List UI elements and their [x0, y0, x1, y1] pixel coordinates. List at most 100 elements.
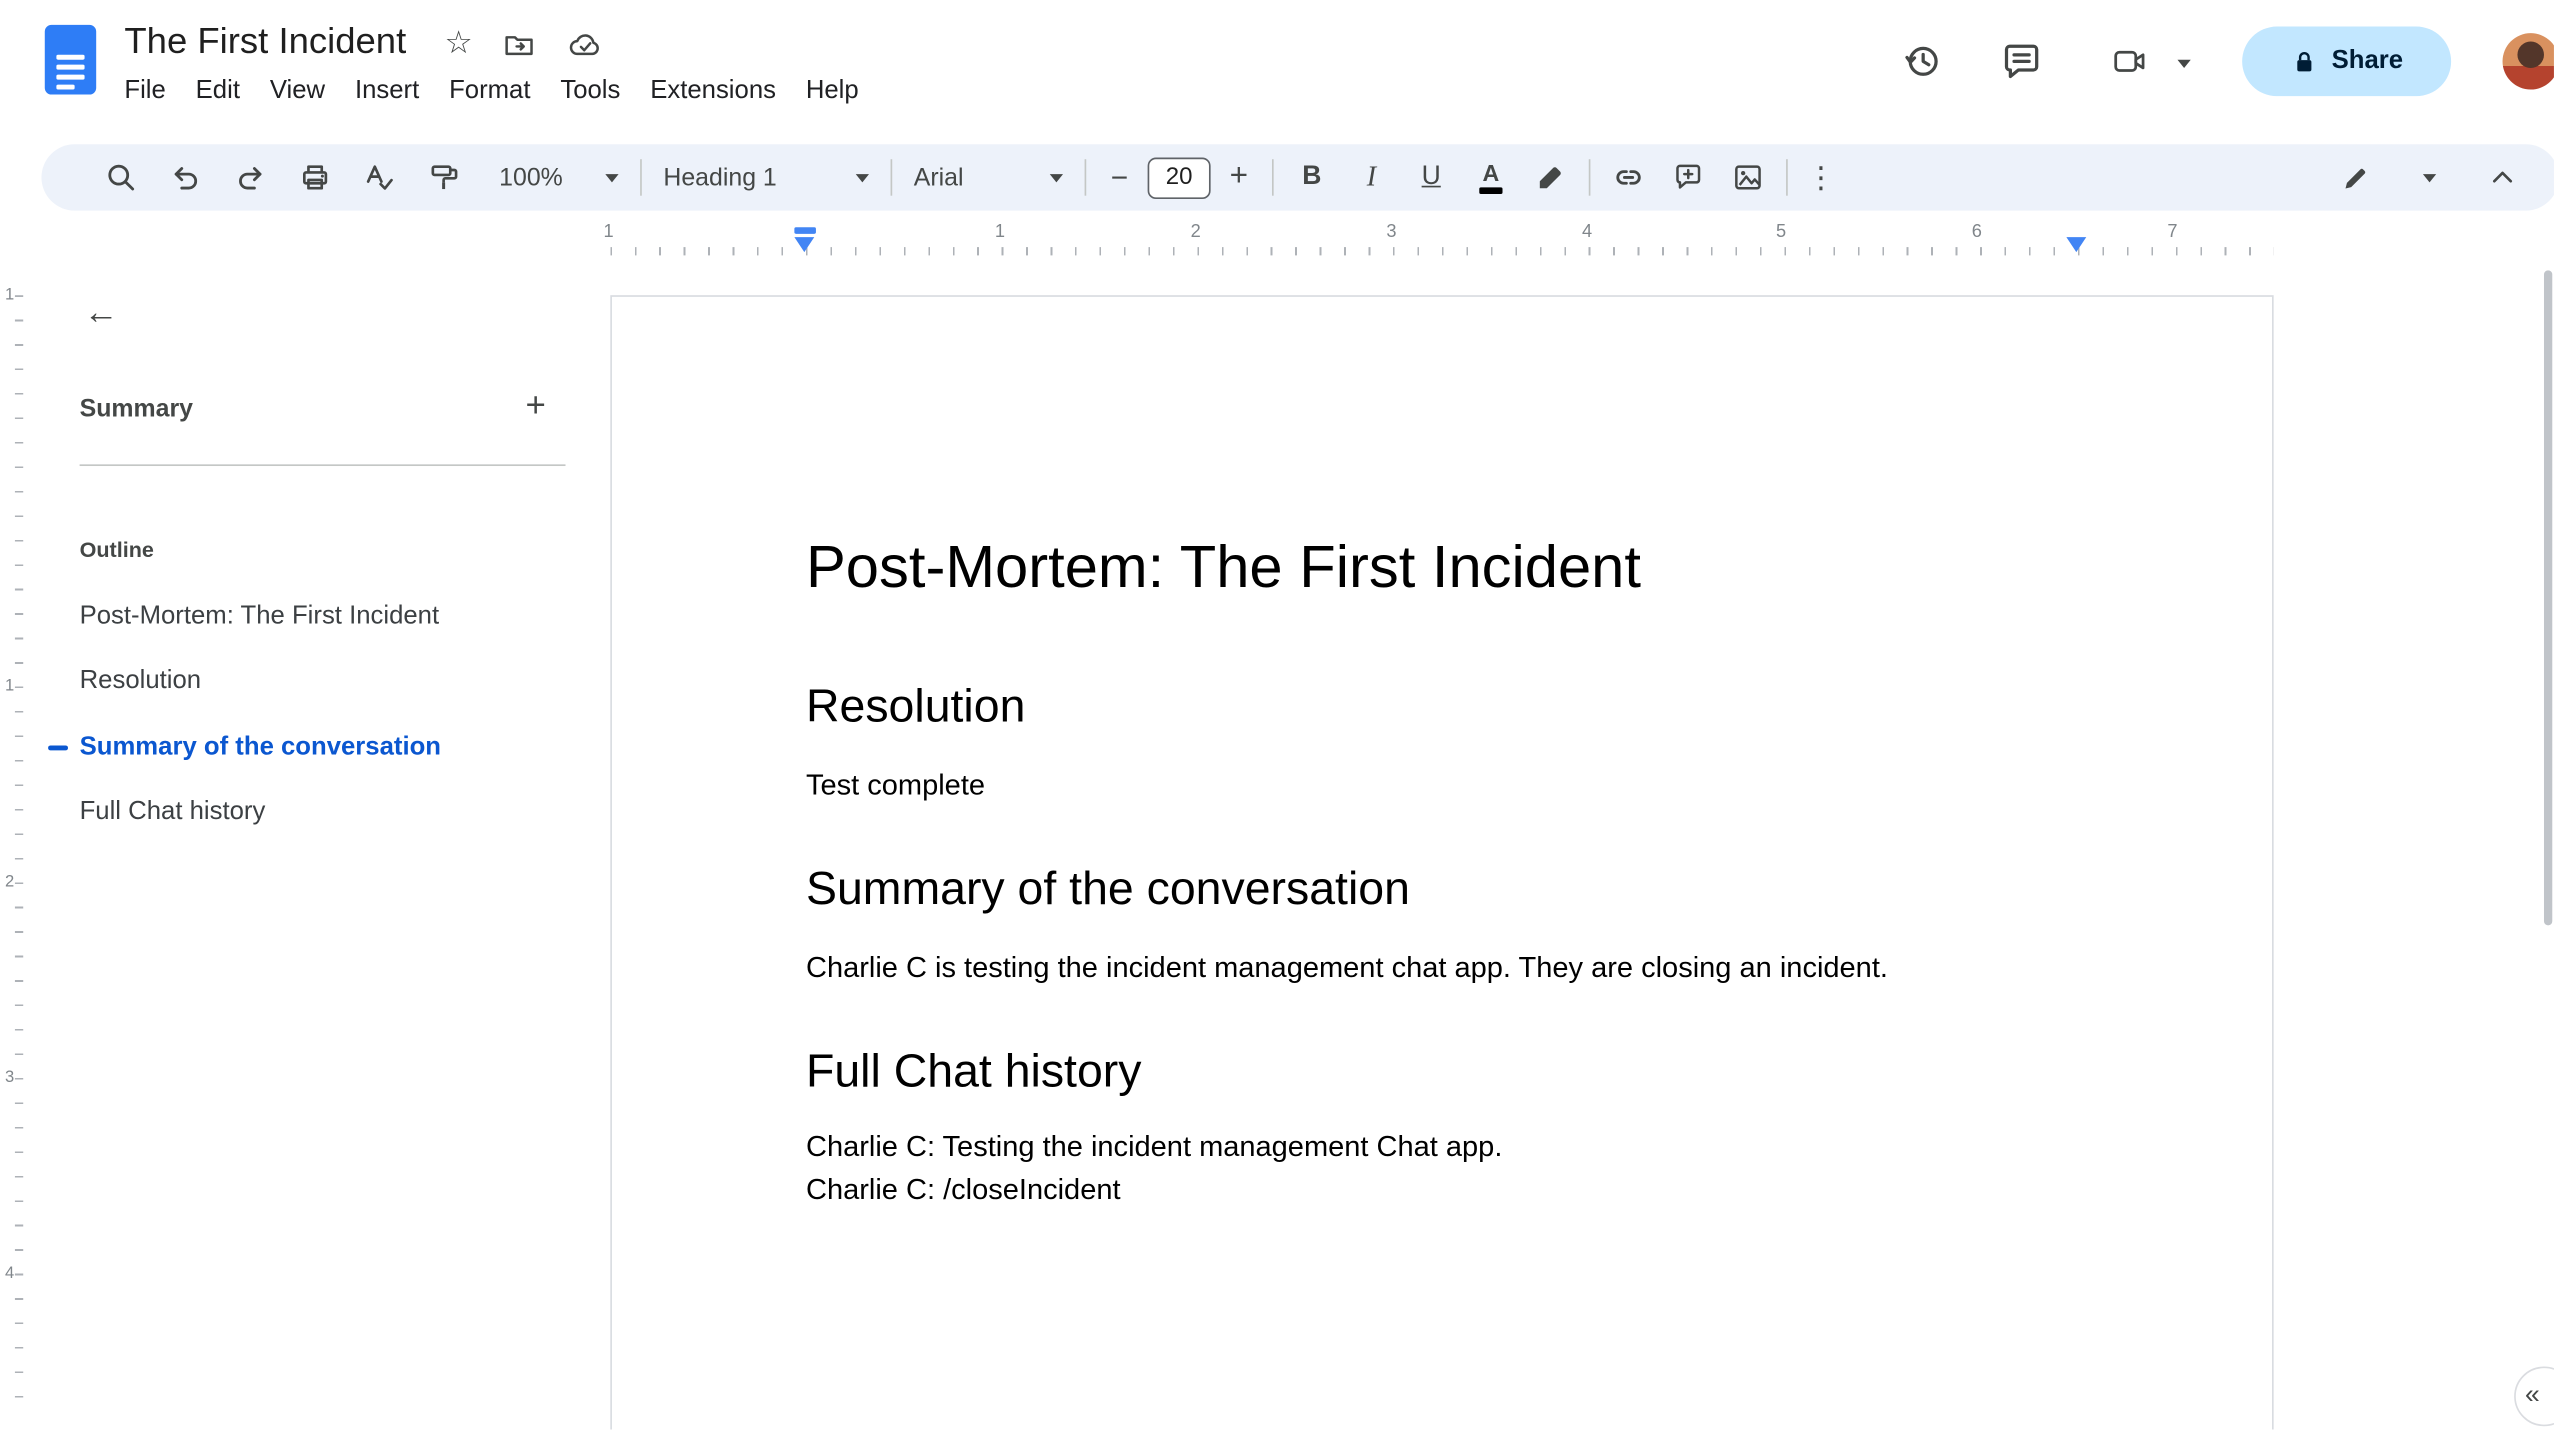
star-icon[interactable]: ☆ [444, 25, 472, 63]
menu-item-view[interactable]: View [255, 70, 340, 113]
ruler-number: 4 [1582, 222, 1593, 243]
caret-down-icon [1049, 173, 1064, 182]
docs-logo-icon[interactable] [44, 24, 97, 95]
ruler-number: 5 [1776, 222, 1787, 243]
search-menus-icon[interactable] [88, 151, 153, 204]
version-history-icon[interactable] [1901, 40, 1944, 83]
ruler-ticks [14, 295, 24, 1410]
right-indent-marker[interactable] [2065, 237, 2086, 253]
google-docs-app: The First Incident ☆ File Edit View Inse… [0, 0, 2554, 1430]
text-color-bar [1479, 187, 1503, 194]
font-size-input[interactable]: 20 [1147, 156, 1211, 199]
left-indent-marker[interactable] [793, 237, 814, 253]
doc-heading-2[interactable]: Full Chat history [806, 1043, 1141, 1099]
text-color-button[interactable]: A [1461, 151, 1521, 204]
more-options-icon[interactable]: ⋮ [1796, 151, 1846, 204]
doc-heading-1[interactable]: Post-Mortem: The First Incident [806, 532, 1641, 602]
meet-dropdown-caret-icon[interactable] [2177, 59, 2191, 68]
menu-item-extensions[interactable]: Extensions [635, 70, 791, 113]
menu-bar: File Edit View Insert Format Tools Exten… [109, 70, 873, 113]
scrollbar[interactable] [2543, 270, 2553, 926]
ruler-number: 3 [4, 1068, 15, 1088]
outline-item[interactable]: Post-Mortem: The First Incident [40, 584, 587, 650]
outline-item[interactable]: Full Chat history [40, 780, 587, 846]
cloud-saved-icon[interactable] [567, 28, 603, 61]
toolbar-separator [1271, 159, 1274, 196]
outline-label: Outline [79, 537, 154, 563]
ruler-number: 2 [4, 873, 15, 892]
horizontal-ruler[interactable]: 1 1 2 3 4 5 6 7 [0, 216, 2554, 259]
caret-down-icon [2422, 173, 2437, 182]
undo-icon[interactable] [153, 151, 218, 204]
editing-mode-dropdown[interactable] [2327, 151, 2450, 204]
zoom-value: 100% [499, 163, 563, 192]
outline-list: Post-Mortem: The First Incident Resoluti… [40, 584, 587, 846]
move-folder-icon[interactable] [502, 28, 535, 61]
ruler-number: 3 [1386, 222, 1397, 243]
underline-button[interactable]: U [1401, 151, 1461, 204]
menu-item-help[interactable]: Help [791, 70, 874, 113]
paint-format-icon[interactable] [411, 151, 476, 204]
current-position-dash [48, 745, 68, 751]
first-line-indent-marker[interactable] [793, 227, 816, 234]
menu-item-file[interactable]: File [109, 70, 180, 113]
doc-heading-2[interactable]: Summary of the conversation [806, 861, 1410, 917]
outline-item-label: Summary of the conversation [79, 732, 442, 761]
outline-item[interactable]: Resolution [40, 649, 587, 715]
account-avatar[interactable] [2502, 33, 2554, 90]
text-color-letter: A [1482, 159, 1500, 187]
toolbar-separator [1786, 159, 1788, 196]
avatar-face [2517, 41, 2544, 68]
share-label: Share [2331, 46, 2404, 75]
toolbar: 100% Heading 1 Arial − 20 + B I U A ⋮ [41, 144, 2554, 211]
ruler-number: 2 [1190, 222, 1201, 243]
outline-item-label: Resolution [79, 667, 202, 696]
doc-paragraph[interactable]: Charlie C: Testing the incident manageme… [806, 1126, 1502, 1168]
outline-item-active[interactable]: Summary of the conversation [40, 715, 587, 781]
comments-icon[interactable] [2000, 40, 2043, 83]
doc-heading-2[interactable]: Resolution [806, 678, 1025, 734]
outline-item-label: Post-Mortem: The First Incident [79, 601, 440, 630]
caret-down-icon [855, 173, 870, 182]
add-summary-button[interactable]: + [514, 385, 557, 428]
doc-paragraph[interactable]: Charlie C is testing the incident manage… [806, 947, 1888, 989]
meet-video-icon[interactable] [2109, 43, 2149, 79]
redo-icon[interactable] [217, 151, 282, 204]
insert-image-icon[interactable] [1718, 151, 1778, 204]
paragraph-style-value: Heading 1 [663, 163, 777, 192]
insert-link-icon[interactable] [1599, 151, 1659, 204]
spell-check-icon[interactable] [347, 151, 412, 204]
ruler-number: 7 [2167, 222, 2178, 243]
ruler-number: 6 [1971, 222, 1982, 243]
toolbar-separator [640, 159, 642, 196]
zoom-dropdown[interactable]: 100% [486, 151, 632, 204]
hide-menus-chevron-icon[interactable] [2473, 151, 2533, 204]
menu-item-format[interactable]: Format [434, 70, 545, 113]
summary-label: Summary [79, 394, 193, 423]
highlight-color-icon[interactable] [1521, 151, 1581, 204]
close-outline-arrow-icon[interactable]: ← [76, 289, 126, 339]
lock-icon [2297, 51, 2312, 71]
menu-item-edit[interactable]: Edit [181, 70, 255, 113]
increase-font-size-button[interactable]: + [1214, 151, 1264, 204]
doc-paragraph[interactable]: Test complete [806, 765, 985, 807]
share-button[interactable]: Share [2242, 26, 2452, 97]
print-icon[interactable] [282, 151, 347, 204]
paragraph-style-dropdown[interactable]: Heading 1 [650, 151, 882, 204]
document-page[interactable]: Post-Mortem: The First Incident Resoluti… [610, 295, 2274, 1430]
caret-down-icon [605, 173, 619, 182]
bold-button[interactable]: B [1282, 151, 1342, 204]
vertical-ruler[interactable]: 1 1 2 3 4 [0, 265, 33, 1429]
ruler-number: 4 [4, 1264, 15, 1283]
font-dropdown[interactable]: Arial [901, 151, 1077, 204]
add-comment-icon[interactable] [1658, 151, 1718, 204]
menu-item-insert[interactable]: Insert [340, 70, 434, 113]
doc-paragraph-group[interactable]: Charlie C: Testing the incident manageme… [806, 1126, 1502, 1211]
document-title[interactable]: The First Incident [124, 20, 406, 63]
menu-item-tools[interactable]: Tools [545, 70, 635, 113]
toolbar-separator [1084, 159, 1087, 196]
collapse-panel-button[interactable]: « [2514, 1366, 2554, 1427]
decrease-font-size-button[interactable]: − [1095, 151, 1145, 204]
doc-paragraph[interactable]: Charlie C: /closeIncident [806, 1168, 1502, 1210]
italic-button[interactable]: I [1342, 151, 1402, 204]
